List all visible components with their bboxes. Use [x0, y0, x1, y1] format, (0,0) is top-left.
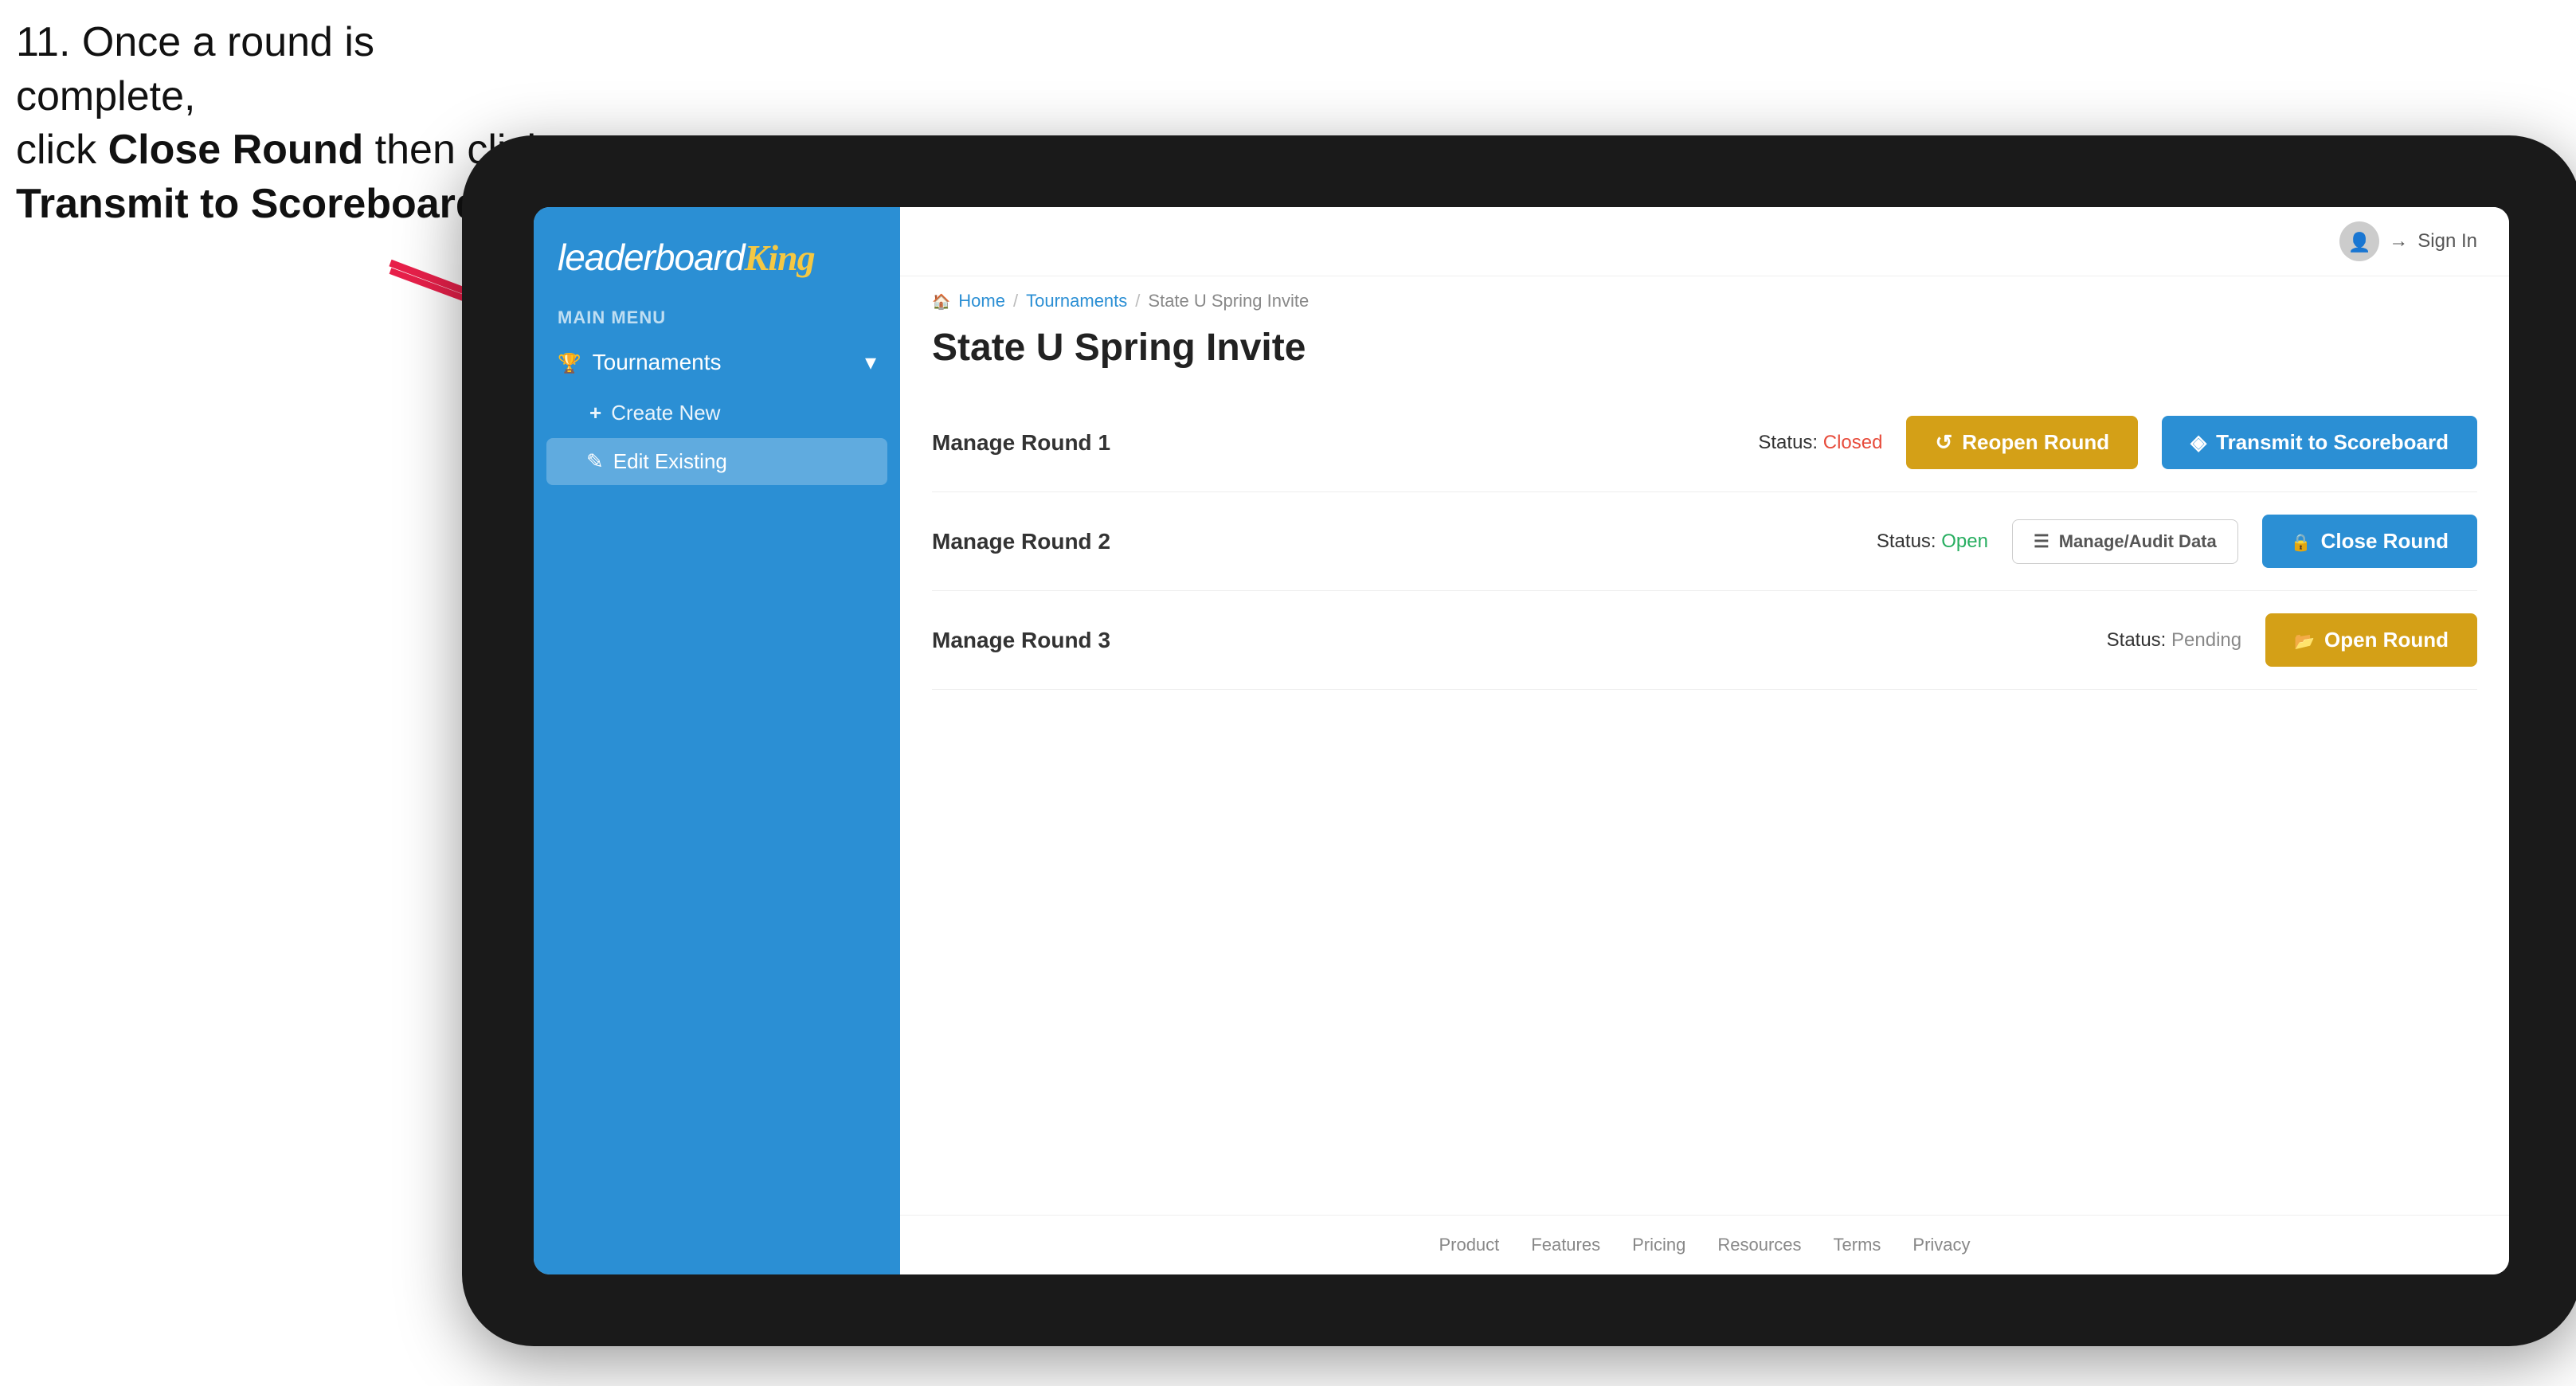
round-3-row: Manage Round 3 Status: Pending Open Roun… [932, 591, 2477, 690]
close-icon [2291, 529, 2312, 554]
reopen-icon [1935, 430, 1952, 455]
open-round-button[interactable]: Open Round [2265, 613, 2477, 667]
reopen-round-button[interactable]: Reopen Round [1906, 416, 2138, 469]
rounds-container: Manage Round 1 Status: Closed Reopen Rou… [900, 393, 2509, 1215]
create-new-label: Create New [611, 401, 720, 425]
round-2-row: Manage Round 2 Status: Open Manage/Audit… [932, 492, 2477, 591]
round-3-label: Manage Round 3 [932, 628, 1110, 653]
round-3-status: Status: Pending [2107, 629, 2241, 652]
page-title: State U Spring Invite [900, 318, 2509, 393]
round-1-label: Manage Round 1 [932, 430, 1110, 456]
signin-arrow-icon [2389, 230, 2408, 253]
round-2-status-label: Status: [1877, 531, 1936, 552]
transmit-icon [2190, 430, 2206, 455]
home-icon [932, 291, 950, 311]
breadcrumb: Home / Tournaments / State U Spring Invi… [900, 276, 2509, 318]
sidebar-logo: leaderboardKing [534, 207, 900, 298]
sidebar: leaderboardKing MAIN MENU Tournaments Cr… [534, 207, 900, 1274]
sidebar-sub-edit-existing[interactable]: Edit Existing [546, 438, 887, 485]
footer-terms[interactable]: Terms [1834, 1235, 1881, 1255]
open-round-label: Open Round [2324, 628, 2449, 652]
edit-icon [586, 449, 604, 474]
close-round-label: Close Round [2321, 529, 2449, 554]
round-3-right: Status: Pending Open Round [2107, 613, 2477, 667]
tablet-shell: leaderboardKing MAIN MENU Tournaments Cr… [462, 135, 2576, 1346]
footer: Product Features Pricing Resources Terms… [900, 1215, 2509, 1274]
footer-privacy[interactable]: Privacy [1912, 1235, 1970, 1255]
sidebar-sub-create-new[interactable]: Create New [534, 390, 900, 437]
transmit-scoreboard-label: Transmit to Scoreboard [2216, 430, 2449, 455]
round-3-status-value: Pending [2171, 629, 2241, 651]
reopen-round-label: Reopen Round [1962, 430, 2109, 455]
main-content: Sign In Home / Tournaments / State U Spr… [900, 207, 2509, 1274]
logo: leaderboardKing [558, 236, 876, 279]
app-container: leaderboardKing MAIN MENU Tournaments Cr… [534, 207, 2509, 1274]
header-bar: Sign In [900, 207, 2509, 276]
round-1-row: Manage Round 1 Status: Closed Reopen Rou… [932, 393, 2477, 492]
avatar-icon [2339, 221, 2379, 261]
transmit-scoreboard-button[interactable]: Transmit to Scoreboard [2162, 416, 2477, 469]
open-icon [2294, 628, 2315, 652]
breadcrumb-sep-1: / [1013, 291, 1018, 311]
close-round-button[interactable]: Close Round [2262, 515, 2477, 568]
tournaments-label: Tournaments [593, 350, 722, 375]
edit-existing-label: Edit Existing [613, 449, 727, 474]
round-2-label: Manage Round 2 [932, 529, 1110, 554]
sign-in-label: Sign In [2417, 230, 2477, 253]
footer-features[interactable]: Features [1531, 1235, 1600, 1255]
tablet-screen: leaderboardKing MAIN MENU Tournaments Cr… [534, 207, 2509, 1274]
instruction-line3: Transmit to Scoreboard. [16, 181, 492, 227]
user-icon [2348, 229, 2371, 254]
logo-king-text: King [745, 237, 815, 278]
chevron-down-icon [865, 349, 876, 375]
manage-audit-label: Manage/Audit Data [2059, 531, 2217, 552]
breadcrumb-tournaments[interactable]: Tournaments [1026, 291, 1127, 311]
round-2-status-value: Open [1941, 531, 1988, 552]
instruction-line1: 11. Once a round is complete, [16, 19, 374, 119]
round-1-right: Status: Closed Reopen Round Transmit to … [1758, 416, 2477, 469]
round-1-status-value: Closed [1823, 432, 1883, 453]
trophy-icon [558, 350, 581, 375]
breadcrumb-current: State U Spring Invite [1148, 291, 1309, 311]
plus-icon [589, 401, 601, 425]
footer-product[interactable]: Product [1439, 1235, 1499, 1255]
footer-resources[interactable]: Resources [1717, 1235, 1801, 1255]
round-1-status-label: Status: [1758, 432, 1818, 453]
footer-pricing[interactable]: Pricing [1632, 1235, 1685, 1255]
breadcrumb-sep-2: / [1135, 291, 1140, 311]
audit-icon [2034, 531, 2049, 552]
round-2-status: Status: Open [1877, 531, 1988, 553]
breadcrumb-home[interactable]: Home [958, 291, 1005, 311]
sidebar-menu-label: MAIN MENU [534, 298, 900, 335]
sidebar-item-tournaments[interactable]: Tournaments [534, 335, 900, 390]
round-2-right: Status: Open Manage/Audit Data Close Rou… [1877, 515, 2477, 568]
manage-audit-button[interactable]: Manage/Audit Data [2012, 519, 2238, 564]
round-1-status: Status: Closed [1758, 432, 1882, 454]
round-3-status-label: Status: [2107, 629, 2167, 651]
logo-leaderboard-text: leaderboard [558, 237, 745, 278]
sign-in-button[interactable]: Sign In [2339, 221, 2477, 261]
sidebar-item-left: Tournaments [558, 350, 722, 375]
